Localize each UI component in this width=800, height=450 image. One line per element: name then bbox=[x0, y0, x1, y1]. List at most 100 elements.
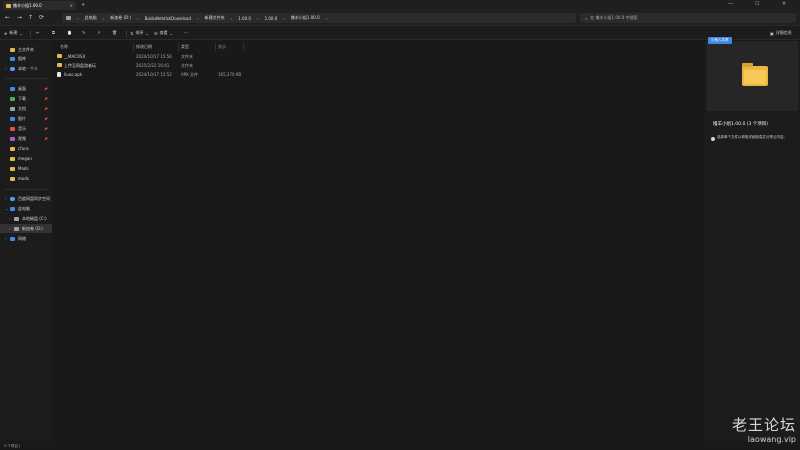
file-row[interactable]: __MACOSX 2024/10/17 15:56 文件夹 bbox=[53, 52, 253, 61]
file-icon bbox=[57, 72, 61, 78]
sidebar-item-folder[interactable]: mods bbox=[0, 174, 52, 183]
new-tab-button[interactable]: + bbox=[81, 2, 85, 8]
breadcrumb-item[interactable]: BaiduNetdiskDownload bbox=[145, 16, 191, 21]
file-row[interactable]: 上传至网盘游者玩 2025/2/22 16:41 文件夹 bbox=[53, 61, 253, 70]
sidebar-item-gallery[interactable]: 图库 bbox=[0, 54, 52, 63]
watermark-en: laowang.vip bbox=[747, 435, 796, 444]
folder-icon bbox=[57, 63, 62, 68]
refresh-button[interactable]: ⟳ bbox=[39, 14, 44, 21]
details-pane-button[interactable]: ▣ 详细信息 bbox=[770, 30, 792, 36]
file-type: APK 文件 bbox=[181, 72, 199, 77]
sidebar-item-this-pc[interactable]: ⌄ 此电脑 bbox=[0, 204, 52, 213]
sidebar-item-music[interactable]: 音乐 📌 bbox=[0, 124, 52, 133]
title-bar: 撸羊小组1.00.0 × + — ☐ ✕ bbox=[0, 0, 800, 10]
forward-button[interactable]: → bbox=[17, 14, 22, 21]
item-count: 3 个项目 | bbox=[4, 444, 21, 448]
breadcrumb-item[interactable]: 新加卷 (D:) bbox=[110, 15, 131, 21]
folder-icon bbox=[10, 166, 15, 171]
more-button[interactable]: ··· bbox=[184, 30, 188, 35]
rename-icon[interactable]: ✎ bbox=[82, 30, 85, 35]
breadcrumb-item[interactable]: 此电脑 bbox=[85, 15, 97, 21]
drive-icon bbox=[14, 216, 19, 221]
column-header-type[interactable]: 类型 bbox=[181, 43, 189, 51]
file-name: 上传至网盘游者玩 bbox=[64, 63, 96, 68]
sidebar-item-home[interactable]: 主文件夹 bbox=[0, 45, 52, 54]
share-button[interactable]: 与他人共享 bbox=[708, 37, 732, 44]
folder-icon bbox=[10, 156, 15, 161]
sidebar-item-folder[interactable]: cfuns bbox=[0, 144, 52, 153]
column-header-date[interactable]: 修改日期 bbox=[136, 43, 152, 51]
search-input[interactable]: ⌕ 在 撸羊小组1.00.0 中搜索 bbox=[580, 13, 796, 23]
sidebar-item-videos[interactable]: 视频 📌 bbox=[0, 134, 52, 143]
sidebar-item-folder[interactable]: megan bbox=[0, 154, 52, 163]
view-icon: ☰ bbox=[154, 30, 158, 36]
sort-button[interactable]: ⇅ 排序 ⌄ bbox=[130, 30, 149, 36]
sidebar-item-pictures[interactable]: 图片 📌 bbox=[0, 114, 52, 123]
chevron-down-icon[interactable]: ⌄ bbox=[5, 206, 8, 211]
breadcrumb-item[interactable]: 1.00.0 bbox=[238, 16, 251, 21]
file-date: 2025/2/22 16:41 bbox=[136, 63, 170, 68]
pin-icon: 📌 bbox=[44, 106, 48, 111]
close-window-button[interactable]: ✕ bbox=[782, 1, 786, 7]
breadcrumb-item[interactable]: 撸羊小组1.00.0 bbox=[291, 15, 320, 21]
sidebar-item-downloads[interactable]: 下载 📌 bbox=[0, 94, 52, 103]
sidebar-item-onedrive[interactable]: › 本地 - 个人 bbox=[0, 64, 52, 73]
file-row[interactable]: lluoo.apk 2024/10/17 15:52 APK 文件 165,37… bbox=[53, 70, 253, 79]
file-name: __MACOSX bbox=[64, 54, 86, 59]
sidebar-item-baidu-sync[interactable]: › 百度网盘同步空间 bbox=[0, 194, 52, 203]
sidebar-item-documents[interactable]: 文档 📌 bbox=[0, 104, 52, 113]
command-bar: ⊕ 新建 ⌄ ✂ ⧉ 📋 ✎ ↗ 🗑 ⇅ 排序 ⌄ ☰ 查看 ⌄ ··· ▣ 详… bbox=[0, 27, 800, 40]
share-icon[interactable]: ↗ bbox=[97, 30, 100, 35]
tab-current-folder[interactable]: 撸羊小组1.00.0 × bbox=[3, 1, 76, 10]
column-header-size[interactable]: 大小 bbox=[218, 43, 226, 51]
breadcrumb-item[interactable]: 1.00.0 bbox=[265, 16, 278, 21]
paste-icon[interactable]: 📋 bbox=[67, 30, 72, 35]
pin-icon: 📌 bbox=[44, 96, 48, 101]
breadcrumb[interactable]: › 此电脑 › 新加卷 (D:) › BaiduNetdiskDownload … bbox=[62, 13, 576, 23]
folder-icon bbox=[57, 54, 62, 59]
search-icon: ⌕ bbox=[585, 15, 588, 21]
maximize-button[interactable]: ☐ bbox=[755, 1, 759, 7]
sort-icon: ⇅ bbox=[130, 30, 134, 36]
folder-icon bbox=[6, 3, 11, 8]
file-size: 165,370 KB bbox=[218, 72, 242, 77]
file-date: 2024/10/17 15:56 bbox=[136, 54, 172, 59]
column-header-name[interactable]: 名称 bbox=[60, 43, 68, 51]
cut-icon[interactable]: ✂ bbox=[36, 30, 39, 35]
details-pane: 与他人共享 撸羊小组1.00.0 (3 个项目) 选择单个文件以获取详细信息并分… bbox=[705, 37, 800, 441]
new-button[interactable]: ⊕ 新建 ⌄ bbox=[4, 30, 23, 36]
view-button[interactable]: ☰ 查看 ⌄ bbox=[154, 30, 173, 36]
chevron-right-icon[interactable]: › bbox=[5, 236, 7, 241]
computer-icon bbox=[10, 206, 15, 211]
up-button[interactable]: ↑ bbox=[28, 14, 33, 21]
navigation-pane: 主文件夹 图库 › 本地 - 个人 桌面 📌 下载 📌 文档 📌 图片 📌 音乐… bbox=[0, 41, 52, 441]
download-icon bbox=[10, 96, 15, 101]
back-button[interactable]: ← bbox=[5, 14, 10, 21]
desktop-icon bbox=[10, 86, 15, 91]
chevron-right-icon[interactable]: › bbox=[9, 216, 11, 221]
chevron-right-icon[interactable]: › bbox=[5, 66, 7, 71]
pin-icon: 📌 bbox=[44, 126, 48, 131]
network-icon bbox=[10, 236, 15, 241]
copy-icon[interactable]: ⧉ bbox=[52, 30, 55, 35]
home-icon bbox=[10, 47, 15, 52]
sidebar-item-desktop[interactable]: 桌面 📌 bbox=[0, 84, 52, 93]
sidebar-item-drive-c[interactable]: › 本地磁盘 (C:) bbox=[0, 214, 52, 223]
file-date: 2024/10/17 15:52 bbox=[136, 72, 172, 77]
delete-icon[interactable]: 🗑 bbox=[112, 30, 117, 35]
breadcrumb-item[interactable]: 新建文件夹 bbox=[205, 15, 225, 21]
minimize-button[interactable]: — bbox=[728, 1, 733, 7]
details-title: 撸羊小组1.00.0 (3 个项目) bbox=[713, 122, 769, 127]
status-bar: 3 个项目 | bbox=[0, 442, 800, 450]
details-info-text: 选择单个文件以获取详细信息并分享云内容。 bbox=[717, 135, 787, 139]
tab-close-icon[interactable]: × bbox=[70, 3, 73, 8]
gallery-icon bbox=[10, 56, 15, 61]
document-icon bbox=[10, 106, 15, 111]
info-icon bbox=[711, 137, 715, 141]
sidebar-item-network[interactable]: › 网络 bbox=[0, 234, 52, 243]
chevron-right-icon[interactable]: › bbox=[5, 196, 7, 201]
monitor-icon bbox=[66, 16, 71, 20]
sidebar-item-folder[interactable]: Mods bbox=[0, 164, 52, 173]
sidebar-item-drive-d[interactable]: › 新加卷 (D:) bbox=[0, 224, 52, 233]
chevron-right-icon[interactable]: › bbox=[9, 226, 11, 231]
